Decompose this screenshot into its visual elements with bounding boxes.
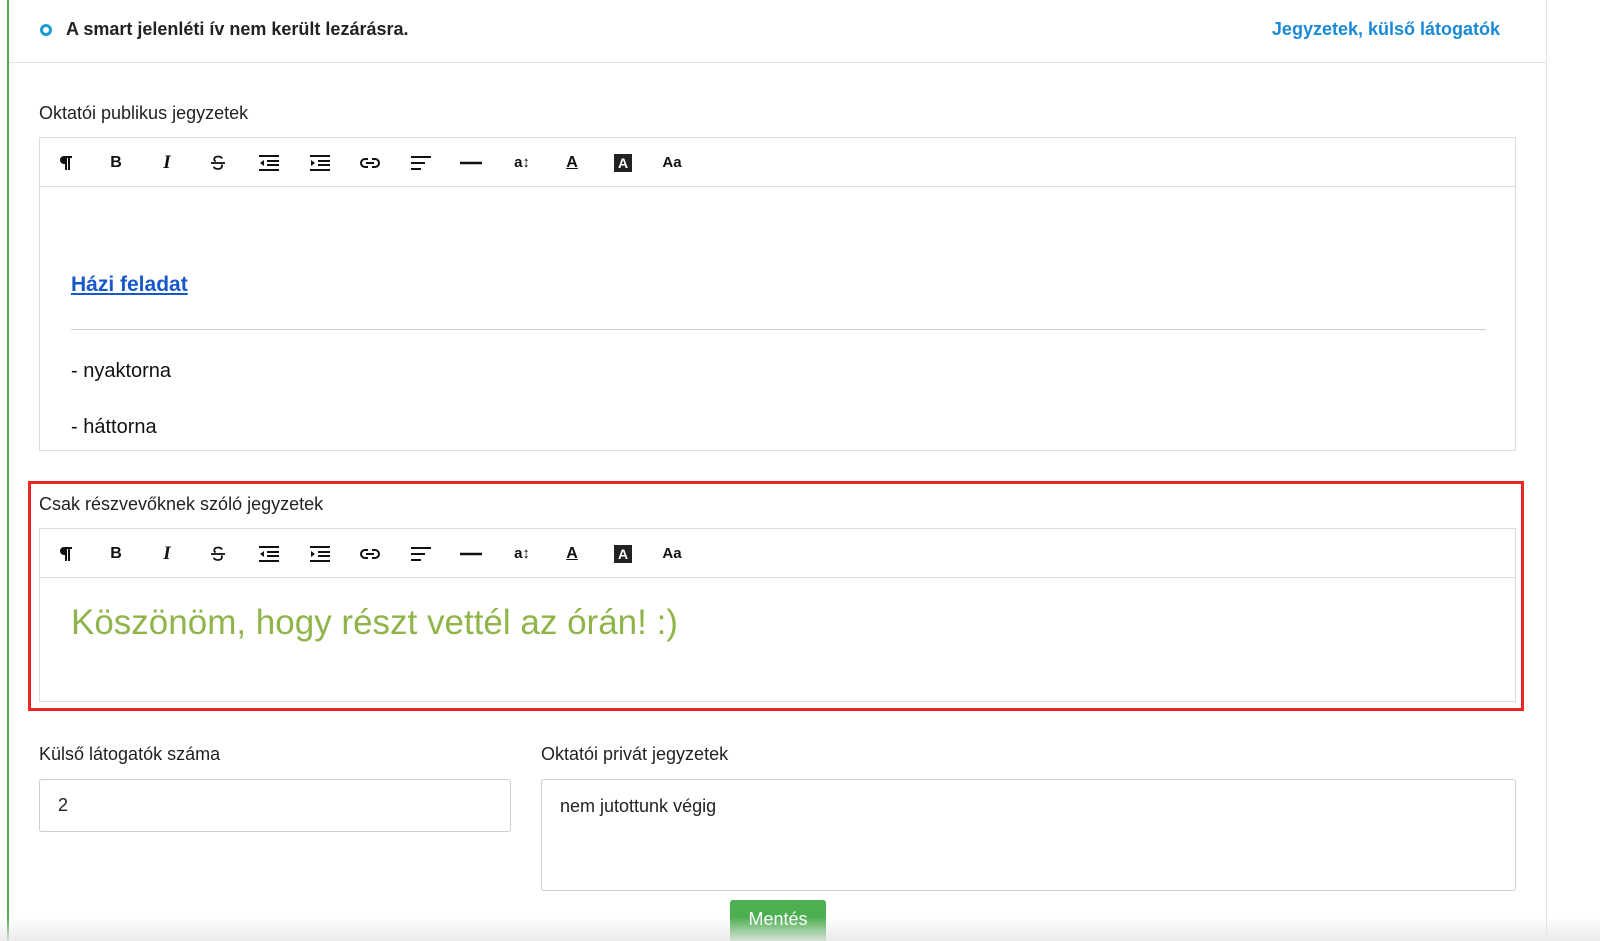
thank-you-text: Köszönöm, hogy részt vettél az órán! :): [71, 603, 678, 642]
status-text: A smart jelenléti ív nem került lezárásr…: [66, 19, 409, 39]
editor-toolbar: B I a↕ A A Aa: [40, 138, 1515, 187]
italic-button[interactable]: I: [154, 541, 180, 567]
outdent-icon[interactable]: [256, 541, 282, 567]
horizontal-rule: [71, 329, 1486, 330]
horizontal-rule-icon[interactable]: [458, 541, 484, 567]
page-right-border: [1546, 0, 1547, 941]
highlight-button[interactable]: A: [610, 150, 636, 176]
editor-toolbar: B I a↕ A A Aa: [40, 529, 1515, 578]
font-size-button[interactable]: a↕: [509, 541, 535, 567]
public-notes-editor: B I a↕ A A Aa Házi feladat - nyaktorna -…: [39, 137, 1516, 451]
font-case-button[interactable]: Aa: [659, 150, 685, 176]
link-icon[interactable]: [357, 541, 383, 567]
visitors-count-input[interactable]: [39, 779, 511, 832]
page-left-border: [7, 0, 9, 941]
strikethrough-icon[interactable]: [205, 541, 231, 567]
status-dot-icon: [40, 24, 52, 36]
font-size-button[interactable]: a↕: [509, 150, 535, 176]
horizontal-rule-icon[interactable]: [458, 150, 484, 176]
homework-link[interactable]: Házi feladat: [71, 273, 188, 297]
public-notes-content[interactable]: Házi feladat - nyaktorna - háttorna: [40, 187, 1515, 450]
paragraph-icon[interactable]: [53, 150, 79, 176]
highlight-icon: A: [614, 545, 632, 563]
public-notes-label: Oktatói publikus jegyzetek: [39, 103, 249, 123]
highlight-button[interactable]: A: [610, 541, 636, 567]
highlight-icon: A: [614, 154, 632, 172]
align-left-icon[interactable]: [408, 150, 434, 176]
align-left-icon[interactable]: [408, 541, 434, 567]
list-item: - háttorna: [71, 416, 157, 438]
participant-notes-label: Csak részvevőknek szóló jegyzetek: [39, 494, 324, 514]
bold-button[interactable]: B: [103, 150, 129, 176]
list-item: - nyaktorna: [71, 360, 172, 382]
outdent-icon[interactable]: [256, 150, 282, 176]
text-color-button[interactable]: A: [559, 150, 585, 176]
notes-visitors-link[interactable]: Jegyzetek, külső látogatók: [1272, 18, 1500, 40]
font-case-button[interactable]: Aa: [659, 541, 685, 567]
indent-icon[interactable]: [307, 541, 333, 567]
visitors-label: Külső látogatók száma: [39, 744, 221, 764]
participant-notes-editor: B I a↕ A A Aa Köszönöm, hogy részt vetté…: [39, 528, 1516, 702]
private-notes-label: Oktatói privát jegyzetek: [541, 744, 729, 764]
bold-button[interactable]: B: [103, 541, 129, 567]
text-color-button[interactable]: A: [559, 541, 585, 567]
paragraph-icon[interactable]: [53, 541, 79, 567]
private-notes-textarea[interactable]: nem jutottunk végig: [541, 779, 1516, 891]
save-button[interactable]: Mentés: [730, 900, 826, 941]
italic-button[interactable]: I: [154, 150, 180, 176]
strikethrough-icon[interactable]: [205, 150, 231, 176]
status-bar: A smart jelenléti ív nem került lezárásr…: [9, 0, 1546, 63]
link-icon[interactable]: [357, 150, 383, 176]
participant-notes-content[interactable]: Köszönöm, hogy részt vettél az órán! :): [40, 578, 1515, 701]
indent-icon[interactable]: [307, 150, 333, 176]
